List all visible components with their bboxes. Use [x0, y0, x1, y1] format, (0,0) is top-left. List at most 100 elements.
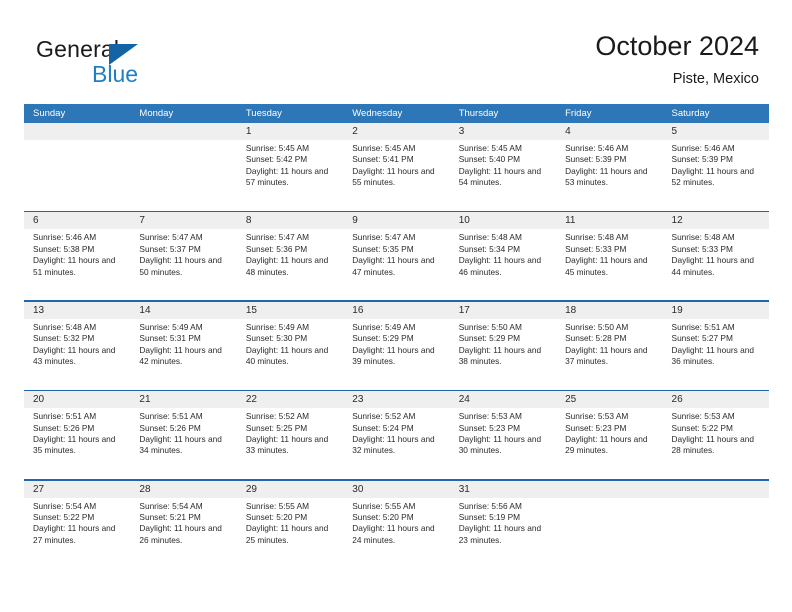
day-number[interactable]: 11	[556, 212, 662, 229]
day-number[interactable]: 8	[237, 212, 343, 229]
day-cell[interactable]: Sunrise: 5:46 AM Sunset: 5:39 PM Daylight:…	[663, 140, 769, 211]
day-cell[interactable]: Sunrise: 5:47 AM Sunset: 5:36 PM Daylight:…	[237, 229, 343, 300]
day-cell[interactable]: Sunrise: 5:53 AM Sunset: 5:23 PM Daylight:…	[450, 408, 556, 479]
day-cell[interactable]: Sunrise: 5:48 AM Sunset: 5:34 PM Daylight:…	[450, 229, 556, 300]
day-cell[interactable]: Sunrise: 5:52 AM Sunset: 5:24 PM Daylight:…	[343, 408, 449, 479]
day-number[interactable]: 16	[343, 302, 449, 319]
day-cell[interactable]: Sunrise: 5:53 AM Sunset: 5:22 PM Daylight:…	[663, 408, 769, 479]
day-cell[interactable]: Sunrise: 5:49 AM Sunset: 5:29 PM Daylight:…	[343, 319, 449, 390]
day-number[interactable]: 29	[237, 481, 343, 498]
sunrise-text: Sunrise: 5:45 AM	[352, 143, 416, 153]
day-cell[interactable]: Sunrise: 5:52 AM Sunset: 5:25 PM Daylight:…	[237, 408, 343, 479]
sunset-text: Sunset: 5:20 PM	[352, 511, 414, 522]
sunrise-text: Sunrise: 5:48 AM	[33, 321, 97, 332]
day-number-band: 6 7 8 9 10 11 12	[24, 212, 769, 230]
brand-name-general: General	[36, 36, 120, 62]
sunrise-text: Sunrise: 5:48 AM	[565, 232, 629, 243]
sunset-text: Sunset: 5:26 PM	[139, 422, 201, 433]
page-subtitle: Piste, Mexico	[672, 70, 759, 87]
day-cell[interactable]: Sunrise: 5:51 AM Sunset: 5:27 PM Daylight:…	[663, 319, 769, 390]
day-cell[interactable]: Sunrise: 5:54 AM Sunset: 5:21 PM Daylight:…	[130, 498, 236, 569]
day-number[interactable]: 6	[24, 212, 130, 229]
sunrise-text: Sunrise: 5:50 AM	[458, 321, 522, 332]
day-number[interactable]: 31	[450, 481, 556, 498]
day-number[interactable]: 7	[130, 212, 236, 229]
daylight-text: Daylight: 11 hours and 29 minutes.	[565, 433, 648, 456]
day-cell[interactable]: Sunrise: 5:51 AM Sunset: 5:26 PM Daylight:…	[24, 408, 130, 479]
day-number[interactable]: 15	[237, 302, 343, 319]
day-cell[interactable]: Sunrise: 5:49 AM Sunset: 5:30 PM Daylight:…	[237, 319, 343, 390]
sunrise-text: Sunrise: 5:51 AM	[671, 321, 735, 332]
weekday-header-wednesday: Wednesday	[352, 108, 403, 119]
day-cell[interactable]: Sunrise: 5:47 AM Sunset: 5:35 PM Daylight:…	[343, 229, 449, 300]
day-cell[interactable]: Sunrise: 5:45 AM Sunset: 5:41 PM Daylight:…	[343, 140, 449, 211]
day-cell[interactable]: Sunrise: 5:48 AM Sunset: 5:33 PM Daylight:…	[663, 229, 769, 300]
day-cell[interactable]: Sunrise: 5:49 AM Sunset: 5:31 PM Daylight:…	[130, 319, 236, 390]
daylight-text: Daylight: 11 hours and 30 minutes.	[458, 433, 542, 456]
day-number[interactable]: 24	[450, 391, 556, 408]
sunrise-text: Sunrise: 5:48 AM	[671, 232, 735, 243]
sunset-text: Sunset: 5:29 PM	[458, 333, 521, 344]
sunset-text: Sunset: 5:23 PM	[565, 422, 627, 433]
day-detail-band: Sunrise: 5:48 AM Sunset: 5:32 PM Daylight:…	[24, 318, 769, 390]
sunrise-text: Sunrise: 5:47 AM	[352, 232, 416, 243]
sunset-text: Sunset: 5:38 PM	[33, 243, 95, 254]
day-number[interactable]: 25	[556, 391, 662, 408]
day-number[interactable]: 3	[450, 123, 556, 140]
day-number[interactable]: 5	[663, 123, 769, 140]
weekday-header-saturday: Saturday	[671, 108, 710, 119]
day-number[interactable]: 27	[24, 481, 130, 498]
day-number[interactable]: 2	[343, 123, 449, 140]
sunrise-text: Sunrise: 5:45 AM	[245, 143, 310, 153]
daylight-text: Daylight: 11 hours and 32 minutes.	[352, 433, 435, 456]
day-cell[interactable]: Sunrise: 5:45 AM Sunset: 5:40 PM Daylight:…	[450, 140, 556, 211]
day-cell[interactable]: Sunrise: 5:46 AM Sunset: 5:38 PM Daylight:…	[24, 229, 130, 300]
day-number[interactable]: 12	[663, 212, 769, 229]
title-block: October 2024 Piste, Mexico	[595, 30, 759, 87]
day-number[interactable]: 18	[556, 302, 662, 319]
day-cell[interactable]: Sunrise: 5:50 AM Sunset: 5:28 PM Daylight:…	[556, 319, 662, 390]
sunrise-text: Sunrise: 5:54 AM	[33, 500, 97, 511]
brand-logo[interactable]: General Blue	[36, 36, 226, 92]
day-number[interactable]: 23	[343, 391, 449, 408]
day-number[interactable]: 30	[343, 481, 449, 498]
day-cell[interactable]: Sunrise: 5:53 AM Sunset: 5:23 PM Daylight:…	[556, 408, 662, 479]
day-cell[interactable]: Sunrise: 5:47 AM Sunset: 5:37 PM Daylight:…	[130, 229, 236, 300]
day-number[interactable]: 22	[237, 391, 343, 408]
daylight-text: Daylight: 11 hours and 38 minutes.	[458, 344, 542, 366]
day-cell[interactable]: Sunrise: 5:55 AM Sunset: 5:20 PM Daylight:…	[237, 498, 343, 569]
daylight-text: Daylight: 11 hours and 33 minutes.	[245, 433, 329, 456]
day-number[interactable]: 9	[343, 212, 449, 229]
day-number[interactable]: 19	[663, 302, 769, 319]
day-cell[interactable]: Sunrise: 5:55 AM Sunset: 5:20 PM Daylight:…	[343, 498, 449, 569]
daylight-text: Daylight: 11 hours and 44 minutes.	[671, 255, 754, 277]
weekday-header-thursday: Thursday	[458, 108, 499, 119]
calendar-week-row: 20 21 22 23 24 25 26 Sunrise: 5:51 AM Sunset: 5:…	[24, 389, 769, 480]
day-number[interactable]: 13	[24, 302, 130, 319]
calendar-week-row: 13 14 15 16 17 18 19 Sunrise: 5:48 AM Sunset: 5:…	[24, 300, 769, 390]
day-cell[interactable]: Sunrise: 5:51 AM Sunset: 5:26 PM Daylight:…	[130, 408, 236, 479]
day-number[interactable]: 21	[130, 391, 236, 408]
day-detail-band: Sunrise: 5:46 AM Sunset: 5:38 PM Daylight:…	[24, 229, 769, 301]
day-number[interactable]: 28	[130, 481, 236, 498]
day-cell[interactable]: Sunrise: 5:46 AM Sunset: 5:39 PM Daylight:…	[556, 140, 662, 211]
day-number[interactable]: 17	[450, 302, 556, 319]
day-number[interactable]: 10	[450, 212, 556, 229]
day-cell[interactable]: Sunrise: 5:56 AM Sunset: 5:19 PM Daylight:…	[450, 498, 556, 569]
sunset-text: Sunset: 5:41 PM	[352, 154, 414, 165]
day-number[interactable]: 20	[24, 391, 130, 408]
day-cell[interactable]: Sunrise: 5:48 AM Sunset: 5:32 PM Daylight:…	[24, 319, 130, 390]
daylight-text: Daylight: 11 hours and 54 minutes.	[458, 165, 542, 188]
sunset-text: Sunset: 5:29 PM	[352, 333, 414, 344]
day-number[interactable]: 14	[130, 302, 236, 319]
day-cell[interactable]: Sunrise: 5:50 AM Sunset: 5:29 PM Daylight:…	[450, 319, 556, 390]
day-number[interactable]: 1	[237, 123, 343, 140]
day-number[interactable]: 26	[663, 391, 769, 408]
daylight-text: Daylight: 11 hours and 52 minutes.	[671, 165, 754, 188]
day-number[interactable]: 4	[556, 123, 662, 140]
sunrise-text: Sunrise: 5:52 AM	[245, 411, 310, 422]
day-cell[interactable]: Sunrise: 5:45 AM Sunset: 5:42 PM Daylight:…	[237, 140, 343, 211]
day-cell[interactable]: Sunrise: 5:54 AM Sunset: 5:22 PM Daylight:…	[24, 498, 130, 569]
sunset-text: Sunset: 5:26 PM	[33, 422, 95, 433]
day-cell[interactable]: Sunrise: 5:48 AM Sunset: 5:33 PM Daylight:…	[556, 229, 662, 300]
